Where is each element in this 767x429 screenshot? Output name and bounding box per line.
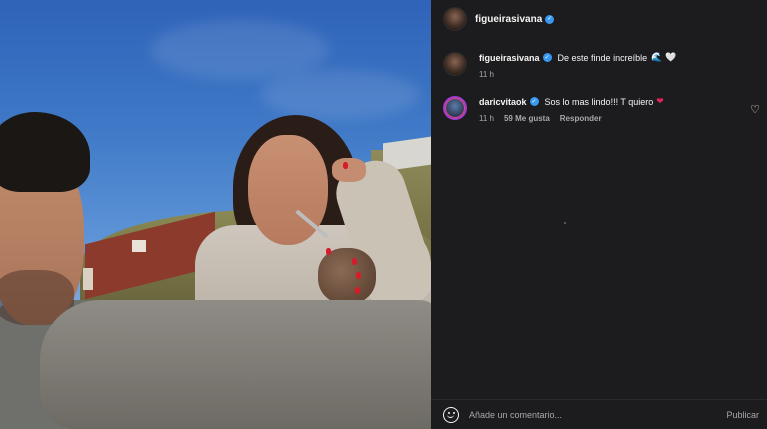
nail	[326, 248, 331, 255]
comment-input[interactable]	[469, 409, 727, 420]
verified-badge-icon: ✓	[545, 14, 555, 24]
comment-item: daricvitaok ✓ Sos lo mas lindo!!! T quie…	[443, 96, 763, 123]
comment-username[interactable]: daricvitaok	[479, 97, 527, 107]
man-arm	[40, 300, 431, 429]
nail	[355, 287, 360, 294]
caption-text: De este finde increíble	[557, 52, 648, 63]
instagram-post: figueirasivana ✓ figueirasivana ✓ De est…	[0, 0, 767, 429]
sky-cloud	[150, 20, 330, 80]
house-chimney	[132, 240, 146, 252]
loading-dot	[564, 222, 566, 224]
caption-username[interactable]: figueirasivana	[479, 53, 540, 63]
man-hair	[0, 112, 90, 192]
mate-cup	[318, 248, 376, 304]
post-photo[interactable]	[0, 0, 431, 429]
comment-likes[interactable]: 59 Me gusta	[504, 114, 550, 123]
heart-outline-icon[interactable]: ♡	[749, 104, 761, 116]
author-avatar[interactable]	[443, 7, 467, 31]
comment-composer: Publicar	[431, 399, 767, 429]
caption-time[interactable]: 11 h	[479, 70, 494, 79]
reply-button[interactable]: Responder	[560, 114, 602, 123]
comment-text: Sos lo mas lindo!!! T quiero	[544, 96, 654, 107]
woman-hand	[332, 158, 366, 182]
caption-avatar[interactable]	[443, 52, 467, 76]
red-heart-emoji: ❤	[656, 96, 664, 106]
verified-badge-icon: ✓	[542, 53, 552, 62]
nail	[356, 272, 361, 279]
nail	[343, 162, 348, 169]
smiley-icon[interactable]	[443, 406, 459, 423]
comment-time[interactable]: 11 h	[479, 114, 494, 123]
author-username[interactable]: figueirasivana	[475, 14, 542, 25]
nail	[352, 258, 357, 265]
caption: figueirasivana ✓ De este finde increíble…	[443, 52, 763, 79]
verified-badge-icon: ✓	[529, 97, 539, 106]
commenter-avatar[interactable]	[443, 96, 467, 120]
wave-emoji: 🌊	[651, 52, 663, 62]
comments-panel: figueirasivana ✓ figueirasivana ✓ De est…	[431, 0, 767, 429]
publish-button[interactable]: Publicar	[726, 410, 759, 420]
post-header: figueirasivana ✓	[431, 0, 767, 38]
house-wall	[83, 268, 93, 290]
sky-cloud	[260, 70, 420, 120]
white-heart-emoji: 🤍	[665, 52, 677, 62]
